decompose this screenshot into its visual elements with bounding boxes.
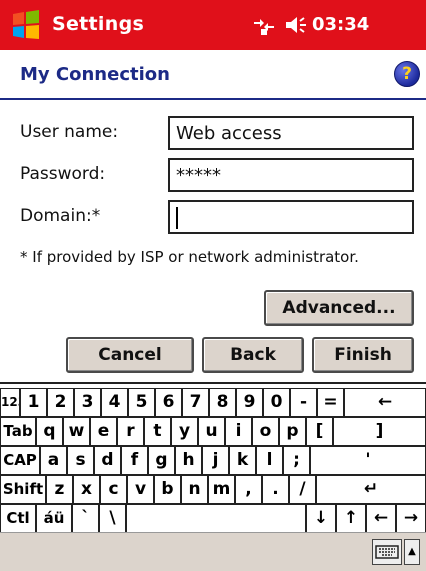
key-backslash[interactable]: \ [99,504,126,533]
key-o[interactable]: o [252,417,279,446]
key-m[interactable]: m [208,475,235,504]
key-caps[interactable]: CAP [0,446,40,475]
app-title: Settings [52,13,145,35]
key-period[interactable]: . [262,475,289,504]
title-bar: Settings 03:34 [0,0,426,50]
domain-field[interactable] [168,200,414,234]
key-quote[interactable]: ' [310,446,426,475]
key-slash[interactable]: / [289,475,316,504]
key-b[interactable]: b [154,475,181,504]
key-d[interactable]: d [94,446,121,475]
advanced-button[interactable]: Advanced... [264,290,414,326]
help-icon[interactable]: ? [394,61,420,87]
menu-bar: ▲ [0,532,426,571]
key-7[interactable]: 7 [182,388,209,417]
key-v[interactable]: v [127,475,154,504]
key-z[interactable]: z [46,475,73,504]
key-j[interactable]: j [202,446,229,475]
username-field[interactable]: Web access [168,116,414,150]
domain-label: Domain:* [20,206,101,226]
key-123[interactable]: 123 [0,388,20,417]
key-w[interactable]: w [63,417,90,446]
key-backtick[interactable]: ` [72,504,99,533]
text-cursor [176,207,178,229]
password-label: Password: [20,164,106,184]
key-1[interactable]: 1 [20,388,47,417]
key-minus[interactable]: - [290,388,317,417]
key-k[interactable]: k [229,446,256,475]
key-shift[interactable]: Shift [0,475,46,504]
key-2[interactable]: 2 [47,388,74,417]
key-q[interactable]: q [36,417,63,446]
back-button[interactable]: Back [202,337,304,373]
page-title: My Connection [20,64,170,85]
keyboard-icon[interactable] [372,539,402,565]
key-e[interactable]: e [90,417,117,446]
key-up[interactable]: ↑ [336,504,366,533]
key-a[interactable]: a [40,446,67,475]
key-8[interactable]: 8 [209,388,236,417]
clock-time[interactable]: 03:34 [312,14,369,35]
cancel-button[interactable]: Cancel [66,337,194,373]
key-tab[interactable]: Tab [0,417,36,446]
key-semicolon[interactable]: ; [283,446,310,475]
key-0[interactable]: 0 [263,388,290,417]
key-f[interactable]: f [121,446,148,475]
username-label: User name: [20,122,119,142]
soft-keyboard: 123 1 2 3 4 5 6 7 8 9 0 - = ← Tab q w e … [0,382,426,534]
key-right-bracket[interactable]: ] [333,417,426,446]
key-t[interactable]: t [144,417,171,446]
footnote: * If provided by ISP or network administ… [20,248,359,266]
key-left-bracket[interactable]: [ [306,417,333,446]
key-6[interactable]: 6 [155,388,182,417]
key-i[interactable]: i [225,417,252,446]
key-down[interactable]: ↓ [306,504,336,533]
key-space[interactable] [126,504,306,533]
key-g[interactable]: g [148,446,175,475]
key-y[interactable]: y [171,417,198,446]
password-field[interactable]: ***** [168,158,414,192]
key-r[interactable]: r [117,417,144,446]
password-value: ***** [176,165,221,186]
key-3[interactable]: 3 [74,388,101,417]
windows-logo-icon[interactable] [10,9,42,41]
key-ctrl[interactable]: Ctl [0,504,36,533]
finish-button[interactable]: Finish [312,337,414,373]
up-arrow-icon[interactable]: ▲ [404,539,420,565]
key-backspace[interactable]: ← [344,388,426,417]
key-5[interactable]: 5 [128,388,155,417]
key-l[interactable]: l [256,446,283,475]
key-x[interactable]: x [73,475,100,504]
key-n[interactable]: n [181,475,208,504]
key-9[interactable]: 9 [236,388,263,417]
volume-icon[interactable] [284,13,308,37]
key-s[interactable]: s [67,446,94,475]
key-h[interactable]: h [175,446,202,475]
key-c[interactable]: c [100,475,127,504]
key-comma[interactable]: , [235,475,262,504]
key-left[interactable]: ← [366,504,396,533]
key-equals[interactable]: = [317,388,344,417]
key-p[interactable]: p [279,417,306,446]
section-header: My Connection ? [0,52,426,100]
key-4[interactable]: 4 [101,388,128,417]
key-enter[interactable]: ↵ [316,475,426,504]
username-value: Web access [176,123,282,144]
key-u[interactable]: u [198,417,225,446]
connectivity-icon[interactable] [252,13,276,37]
key-right[interactable]: → [396,504,426,533]
key-accents[interactable]: áü [36,504,72,533]
